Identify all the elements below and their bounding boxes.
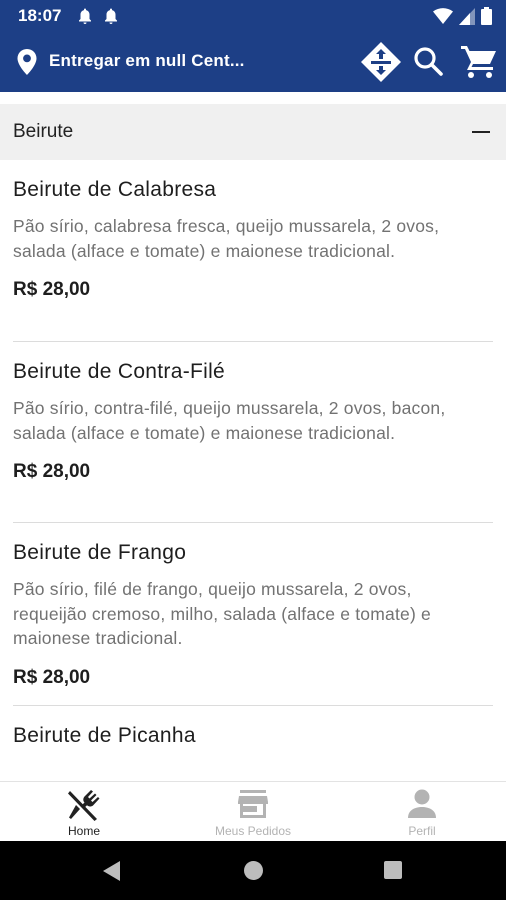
cart-icon[interactable] (460, 43, 498, 79)
item-name: Beirute de Contra-Filé (13, 360, 226, 383)
menu-item[interactable]: Beirute de Calabresa Pão sírio, calabres… (0, 160, 506, 342)
recents-square-icon[interactable] (384, 861, 402, 879)
fork-knife-icon (68, 790, 100, 821)
item-description: Pão sírio, contra-filé, queijo mussarela… (13, 398, 446, 443)
location-pin-icon[interactable] (16, 48, 38, 76)
category-header[interactable]: Beirute (0, 104, 506, 160)
nav-label-perfil: Perfil (408, 824, 436, 838)
home-circle-icon[interactable] (244, 861, 263, 880)
status-bar: 18:07 (0, 0, 506, 32)
app-bar: Entregar em null Cent... (0, 32, 506, 92)
nav-label-home: Home (67, 824, 100, 838)
delivery-location-label[interactable]: Entregar em null Cent... (49, 51, 245, 71)
route-directions-icon[interactable] (360, 41, 402, 83)
person-icon (408, 789, 436, 818)
menu-item[interactable]: Beirute de Contra-Filé Pão sírio, contra… (0, 342, 506, 523)
search-icon[interactable] (412, 45, 444, 77)
nav-meus-pedidos[interactable]: Meus Pedidos (169, 782, 337, 842)
collapse-minus-icon[interactable] (472, 131, 490, 133)
item-name: Beirute de Frango (13, 541, 187, 564)
signal-icon (459, 7, 475, 25)
item-name: Beirute de Calabresa (13, 178, 217, 201)
menu-list[interactable]: Beirute de Calabresa Pão sírio, calabres… (0, 160, 506, 781)
system-navigation-bar (0, 841, 506, 900)
store-icon (238, 790, 268, 818)
bottom-navigation: Home Meus Pedidos Perfil (0, 781, 506, 841)
wifi-icon (433, 7, 453, 24)
back-icon[interactable] (102, 860, 122, 882)
battery-icon (481, 7, 492, 25)
category-title: Beirute (13, 121, 74, 142)
item-price: R$ 28,00 (13, 279, 91, 300)
notification-bell-icon (105, 8, 117, 24)
item-price: R$ 28,00 (13, 666, 91, 688)
nav-label-meus-pedidos: Meus Pedidos (214, 824, 292, 838)
nav-home[interactable]: Home (0, 782, 168, 842)
nav-perfil[interactable]: Perfil (338, 782, 506, 842)
menu-item[interactable]: Beirute de Frango Pão sírio, filé de fra… (0, 523, 506, 706)
item-description: Pão sírio, calabresa fresca, queijo muss… (13, 216, 440, 261)
item-price: R$ 28,00 (13, 461, 91, 482)
notification-bell-icon (79, 8, 91, 24)
status-time: 18:07 (18, 6, 62, 25)
item-name: Beirute de Picanha (13, 724, 196, 747)
status-icons (433, 7, 492, 25)
menu-item[interactable]: Beirute de Picanha (0, 706, 506, 781)
item-description: Pão sírio, filé de frango, queijo mussar… (13, 579, 431, 648)
